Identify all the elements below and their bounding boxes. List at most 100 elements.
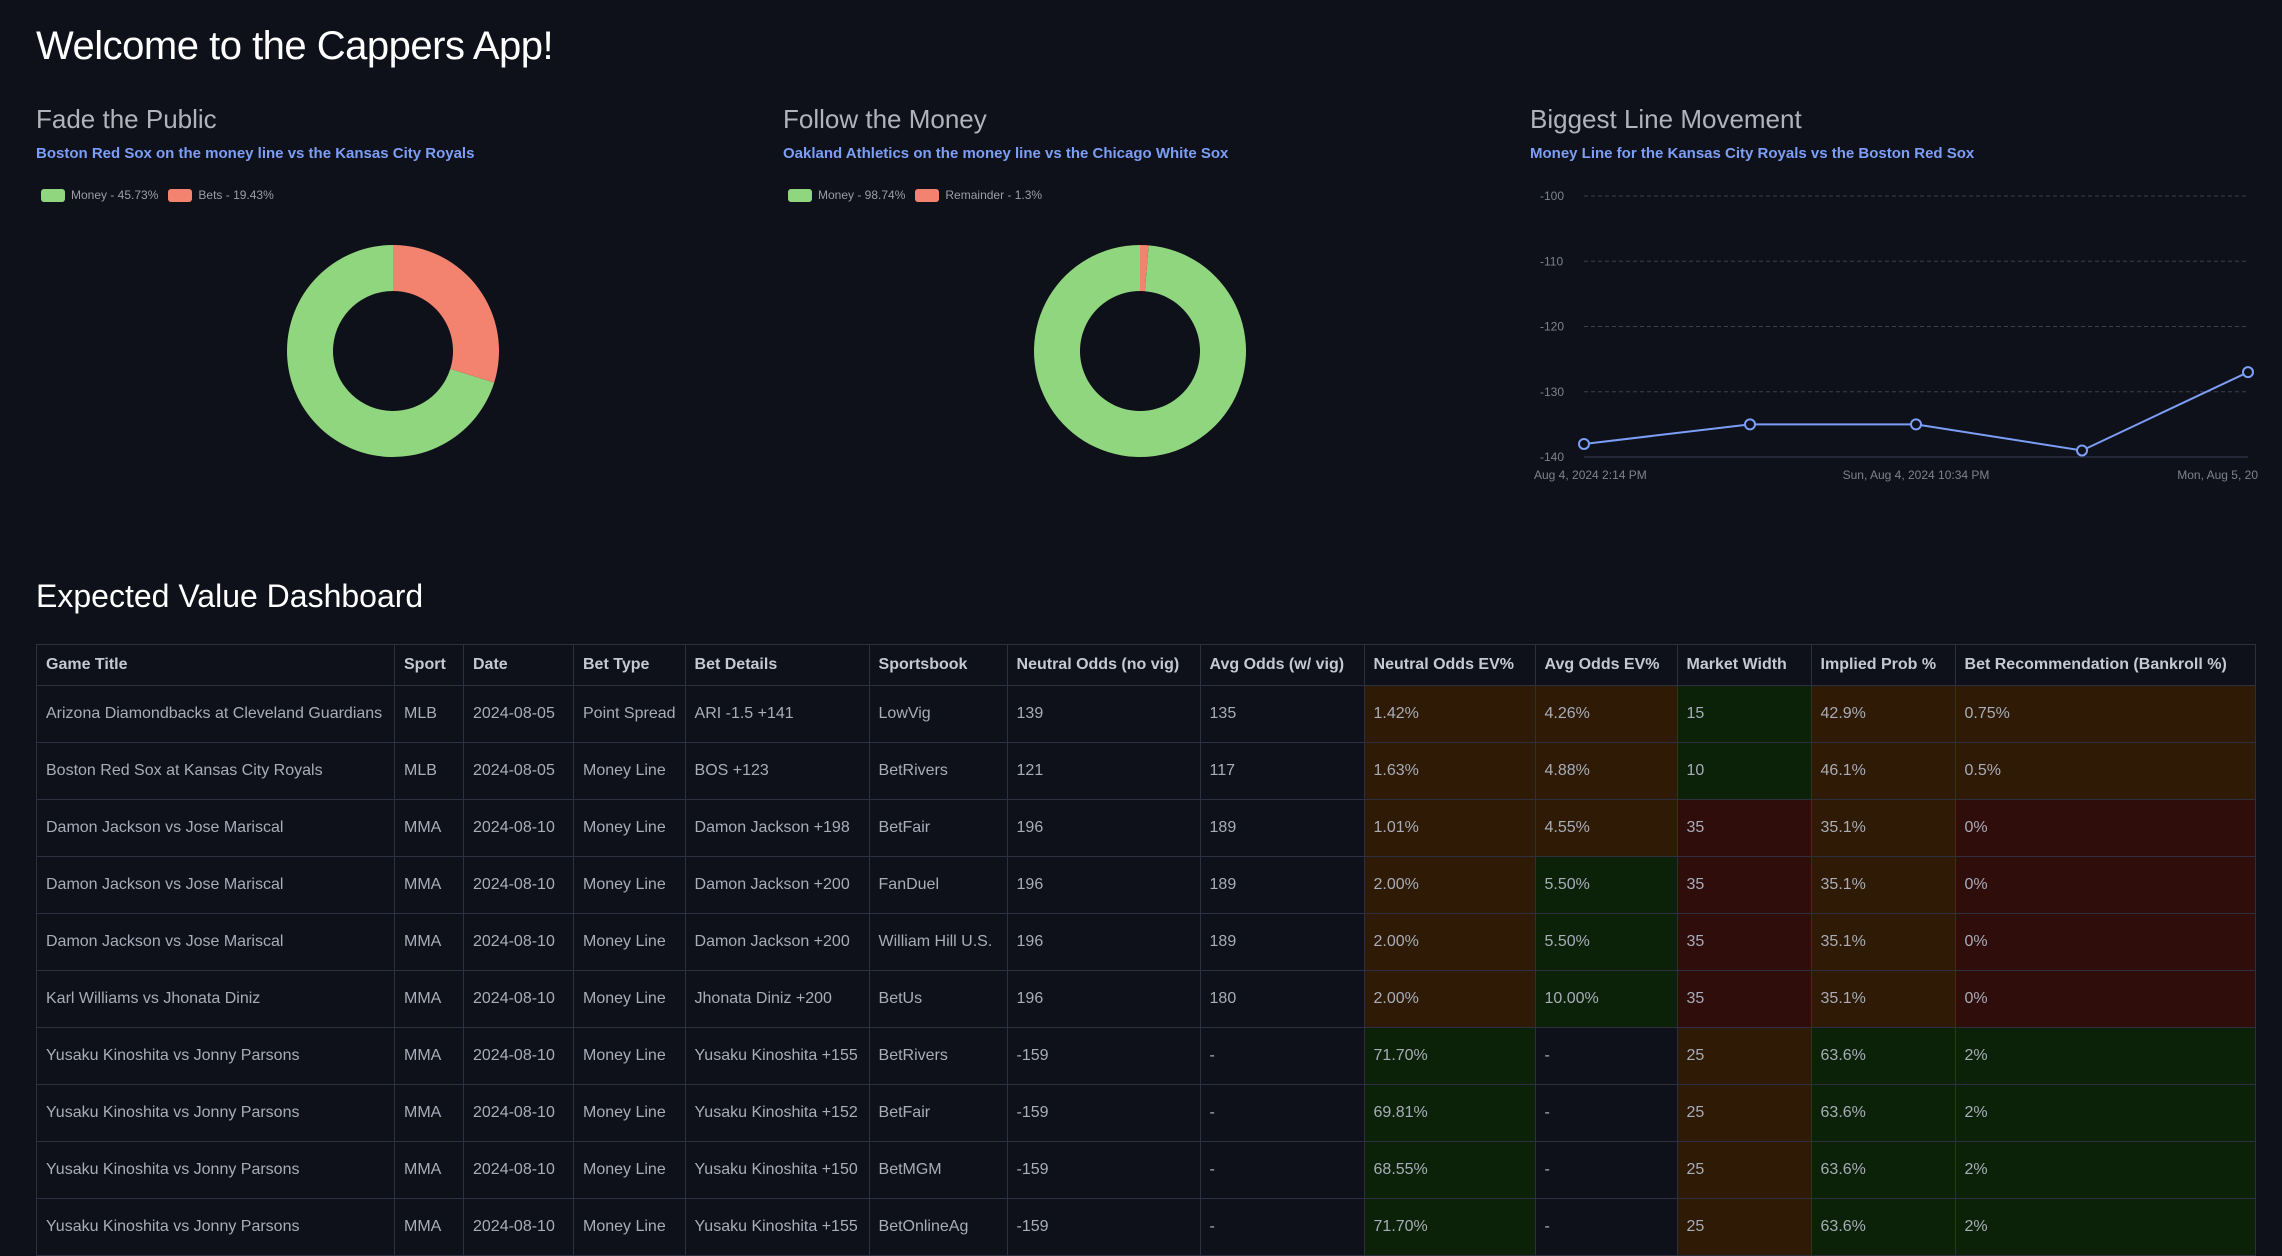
bet-details-cell: Yusaku Kinoshita +150 [684, 1141, 870, 1199]
sportsbook-cell: BetFair [868, 1084, 1008, 1142]
legend-swatch [915, 188, 940, 202]
follow-the-money-panel: Follow the Money Oakland Athletics on th… [783, 104, 1483, 457]
neutral-odds-cell: 139 [1006, 685, 1201, 743]
data-point[interactable] [1744, 418, 1756, 431]
neutral-odds-ev-cell: 68.55% [1363, 1141, 1536, 1199]
bet-recommendation-cell: 0% [1954, 913, 2256, 971]
game-title-cell: Yusaku Kinoshita vs Jonny Parsons [36, 1198, 395, 1256]
table-header-row: Game Title Sport Date Bet Type Bet Detai… [36, 644, 2256, 686]
bet-recommendation-cell: 2% [1954, 1027, 2256, 1085]
bet-details-cell: Jhonata Diniz +200 [684, 970, 870, 1028]
avg-odds-cell: - [1199, 1141, 1365, 1199]
column-header-bet-details[interactable]: Bet Details [684, 644, 870, 686]
implied-prob-cell: 35.1% [1810, 856, 1956, 914]
market-width-cell: 25 [1676, 1084, 1812, 1142]
date-cell: 2024-08-10 [463, 1084, 574, 1142]
game-title-link[interactable]: Boston Red Sox at Kansas City Royals [36, 742, 395, 800]
line-movement-panel: Biggest Line Movement Money Line for the… [1530, 104, 2282, 482]
legend-item-remainder[interactable]: Remainder - 1.3% [915, 188, 1042, 202]
data-point[interactable] [1578, 437, 1590, 450]
column-header-avg-odds-ev[interactable]: Avg Odds EV% [1534, 644, 1678, 686]
fade-donut-slice-bets[interactable] [393, 245, 499, 383]
y-tick-label: -110 [1540, 254, 1563, 268]
sportsbook-cell: BetMGM [868, 1141, 1008, 1199]
avg-odds-cell: - [1199, 1084, 1365, 1142]
bet-type-cell: Money Line [573, 1084, 686, 1142]
game-title-cell: Damon Jackson vs Jose Mariscal [36, 799, 395, 857]
sport-cell: MLB [394, 742, 464, 800]
legend-item-bets[interactable]: Bets - 19.43% [168, 188, 274, 202]
bet-recommendation-cell: 0% [1954, 856, 2256, 914]
market-width-cell: 35 [1676, 970, 1812, 1028]
y-tick-label: -130 [1540, 385, 1564, 399]
legend-item-money[interactable]: Money - 45.73% [41, 188, 158, 202]
y-tick-label: -100 [1540, 189, 1564, 203]
implied-prob-cell: 35.1% [1810, 913, 1956, 971]
table-row: Damon Jackson vs Jose Mariscal MMA 2024-08… [36, 913, 2256, 971]
panel-subtitle: Boston Red Sox on the money line vs the … [36, 145, 475, 162]
follow-donut-chart [1034, 245, 1246, 457]
data-point[interactable] [2242, 366, 2254, 379]
neutral-odds-cell: 196 [1006, 799, 1201, 857]
column-header-neutral-odds[interactable]: Neutral Odds (no vig) [1006, 644, 1201, 686]
game-title-cell: Damon Jackson vs Jose Mariscal [36, 913, 395, 971]
date-cell: 2024-08-10 [463, 970, 574, 1028]
table-row: Boston Red Sox at Kansas City Royals MLB 2… [36, 742, 2256, 800]
sport-cell: MMA [394, 1027, 464, 1085]
sport-cell: MLB [394, 685, 464, 743]
sportsbook-cell: FanDuel [868, 856, 1008, 914]
column-header-sport[interactable]: Sport [394, 644, 464, 686]
implied-prob-cell: 35.1% [1810, 799, 1956, 857]
column-header-date[interactable]: Date [463, 644, 574, 686]
legend-item-money[interactable]: Money - 98.74% [788, 188, 905, 202]
neutral-odds-cell: 196 [1006, 913, 1201, 971]
panel-title: Fade the Public [36, 104, 217, 134]
column-header-bet-recommendation[interactable]: Bet Recommendation (Bankroll %) [1954, 644, 2256, 686]
panel-title: Follow the Money [783, 104, 987, 134]
bet-recommendation-cell: 2% [1954, 1198, 2256, 1256]
implied-prob-cell: 46.1% [1810, 742, 1956, 800]
bet-type-cell: Money Line [573, 856, 686, 914]
bet-type-cell: Money Line [573, 913, 686, 971]
column-header-sportsbook[interactable]: Sportsbook [868, 644, 1008, 686]
avg-odds-ev-cell: 5.50% [1534, 856, 1678, 914]
table-row: Yusaku Kinoshita vs Jonny Parsons MMA 2024… [36, 1084, 2256, 1142]
sport-cell: MMA [394, 799, 464, 857]
page-title: Welcome to the Cappers App! [36, 24, 554, 68]
date-cell: 2024-08-10 [463, 856, 574, 914]
table-row: Arizona Diamondbacks at Cleveland Guardi… [36, 685, 2256, 743]
neutral-odds-ev-cell: 1.63% [1363, 742, 1536, 800]
fade-the-public-panel: Fade the Public Boston Red Sox on the mo… [36, 104, 736, 457]
market-width-cell: 25 [1676, 1198, 1812, 1256]
column-header-bet-type[interactable]: Bet Type [573, 644, 686, 686]
sportsbook-cell: BetOnlineAg [868, 1198, 1008, 1256]
avg-odds-ev-cell: 4.88% [1534, 742, 1678, 800]
market-width-cell: 10 [1676, 742, 1812, 800]
money-line-series [1583, 371, 2249, 452]
bet-details-cell: Damon Jackson +200 [684, 913, 870, 971]
legend-label: Bets - 19.43% [198, 188, 274, 202]
market-width-cell: 35 [1676, 799, 1812, 857]
column-header-avg-odds[interactable]: Avg Odds (w/ vig) [1199, 644, 1365, 686]
column-header-neutral-odds-ev[interactable]: Neutral Odds EV% [1363, 644, 1536, 686]
bet-type-cell: Money Line [573, 742, 686, 800]
legend-label: Money - 45.73% [71, 188, 159, 202]
avg-odds-cell: - [1199, 1198, 1365, 1256]
date-cell: 2024-08-10 [463, 913, 574, 971]
data-point[interactable] [2076, 444, 2088, 457]
neutral-odds-ev-cell: 69.81% [1363, 1084, 1536, 1142]
neutral-odds-ev-cell: 2.00% [1363, 970, 1536, 1028]
game-title-link[interactable]: Arizona Diamondbacks at Cleveland Guardi… [36, 685, 395, 743]
neutral-odds-ev-cell: 2.00% [1363, 913, 1536, 971]
bet-details-cell: BOS +123 [684, 742, 870, 800]
column-header-game-title[interactable]: Game Title [36, 644, 395, 686]
data-point[interactable] [1910, 418, 1922, 431]
date-cell: 2024-08-10 [463, 799, 574, 857]
column-header-implied-prob[interactable]: Implied Prob % [1810, 644, 1956, 686]
sport-cell: MMA [394, 970, 464, 1028]
legend-swatch [168, 188, 193, 202]
bet-recommendation-cell: 2% [1954, 1141, 2256, 1199]
column-header-market-width[interactable]: Market Width [1676, 644, 1812, 686]
y-tick-label: -140 [1540, 450, 1564, 464]
game-title-cell: Yusaku Kinoshita vs Jonny Parsons [36, 1084, 395, 1142]
